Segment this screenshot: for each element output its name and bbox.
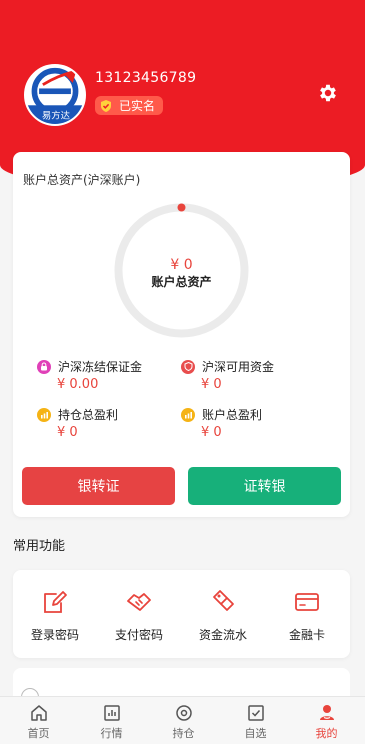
- total-asset-value: ¥ 0: [170, 257, 193, 273]
- function-label: 资金流水: [198, 628, 247, 642]
- stat-account-profit: 账户总盈利 ¥ 0: [181, 406, 262, 440]
- common-functions-card: 登录密码 支付密码 资金流水 金融卡: [13, 570, 350, 658]
- stat-label: 账户总盈利: [202, 408, 263, 422]
- total-asset-label: 账户总资产: [151, 275, 212, 289]
- user-icon: [319, 705, 334, 720]
- phone-number: 13123456789: [95, 70, 197, 86]
- tab-label: 我的: [315, 727, 338, 740]
- chart-icon: [181, 407, 195, 422]
- lock-icon: [37, 359, 51, 374]
- svg-text:易方达: 易方达: [42, 109, 70, 121]
- tab-label: 首页: [27, 727, 50, 740]
- position-icon: [175, 705, 192, 721]
- verified-badge: 已实名: [95, 96, 164, 115]
- verified-label: 已实名: [119, 99, 156, 113]
- stat-label: 沪深冻结保证金: [58, 360, 143, 374]
- asset-card-title: 账户总资产(沪深账户): [23, 173, 141, 187]
- tab-market[interactable]: 行情: [75, 697, 148, 744]
- tab-home[interactable]: 首页: [2, 697, 75, 744]
- stat-label: 持仓总盈利: [58, 408, 119, 422]
- handshake-icon: [127, 593, 151, 611]
- stat-value: ¥ 0: [201, 425, 222, 440]
- securities-to-bank-button[interactable]: 证转银: [188, 467, 341, 505]
- stat-value: ¥ 0: [201, 377, 222, 392]
- tab-mine[interactable]: 我的: [290, 697, 363, 744]
- stat-value: ¥ 0: [57, 425, 78, 440]
- bottom-tab-bar: 首页 行情 持仓 自选 我的: [0, 696, 365, 744]
- company-logo-icon: 易方达: [26, 66, 84, 124]
- tab-label: 行情: [100, 727, 123, 740]
- bank-to-securities-button[interactable]: 银转证: [22, 467, 175, 505]
- stat-label: 沪深可用资金: [202, 360, 275, 374]
- home-icon: [30, 705, 47, 721]
- chart-icon: [37, 407, 51, 422]
- watchlist-icon: [247, 705, 264, 721]
- edit-icon: [44, 591, 67, 613]
- tab-label: 持仓: [172, 727, 195, 740]
- verified-shield-icon: [101, 99, 111, 112]
- shield-icon: [181, 359, 195, 374]
- gear-icon[interactable]: [317, 82, 339, 104]
- tab-position[interactable]: 持仓: [147, 697, 220, 744]
- function-pay-password[interactable]: 支付密码: [97, 570, 181, 658]
- stat-frozen-margin: 沪深冻结保证金 ¥ 0.00: [37, 358, 142, 392]
- function-fund-flow[interactable]: 资金流水: [181, 570, 265, 658]
- function-label: 支付密码: [114, 628, 163, 642]
- card-icon: [295, 593, 319, 611]
- stat-value: ¥ 0.00: [57, 377, 99, 392]
- function-login-password[interactable]: 登录密码: [13, 570, 97, 658]
- ring-indicator-dot: [177, 203, 186, 212]
- avatar[interactable]: 易方达: [24, 64, 86, 126]
- tab-watchlist[interactable]: 自选: [219, 697, 292, 744]
- common-functions-title: 常用功能: [13, 539, 66, 554]
- function-label: 登录密码: [30, 628, 79, 642]
- function-label: 金融卡: [288, 628, 325, 642]
- stat-available-funds: 沪深可用资金 ¥ 0: [181, 358, 274, 392]
- tab-label: 自选: [244, 727, 267, 740]
- function-bank-card[interactable]: 金融卡: [265, 570, 349, 658]
- tag-icon: [213, 590, 234, 611]
- asset-card: 账户总资产(沪深账户) ¥ 0 账户总资产 沪深冻结保证金 ¥ 0.00 沪深可…: [13, 152, 350, 517]
- stat-position-profit: 持仓总盈利 ¥ 0: [37, 406, 118, 440]
- market-icon: [103, 705, 120, 721]
